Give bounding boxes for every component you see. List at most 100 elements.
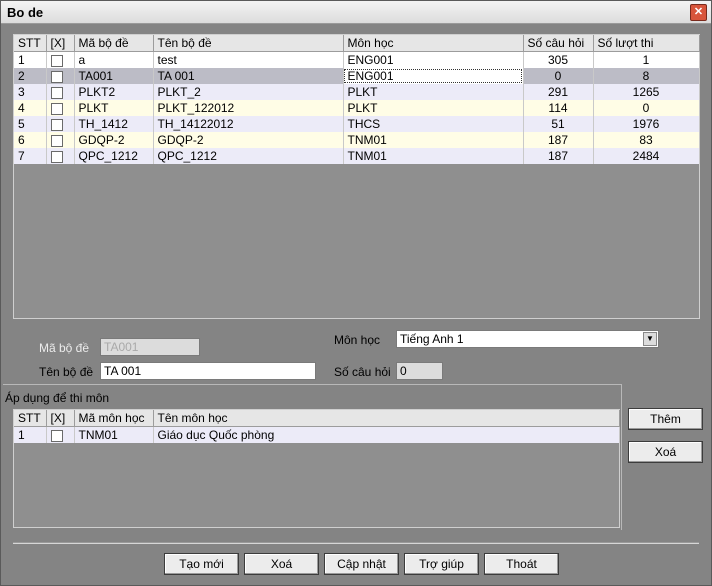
- checkbox-icon[interactable]: [50, 70, 63, 83]
- chevron-down-icon[interactable]: ▼: [643, 332, 657, 346]
- checkbox-icon[interactable]: [50, 118, 63, 131]
- cell-questions[interactable]: 305: [523, 51, 594, 68]
- cell-subject[interactable]: TNM01: [343, 132, 524, 148]
- remove-subject-button[interactable]: Xoá: [628, 441, 703, 463]
- cell-name[interactable]: QPC_1212: [153, 148, 344, 164]
- cell-stt[interactable]: 3: [14, 84, 47, 100]
- add-subject-button[interactable]: Thêm: [628, 408, 703, 430]
- cell-name[interactable]: TA 001: [153, 68, 344, 84]
- count-input[interactable]: 0: [396, 362, 443, 380]
- sub-col-header-select[interactable]: [X]: [46, 410, 75, 427]
- cell-attempts[interactable]: 0: [593, 100, 700, 116]
- cell-questions[interactable]: 0: [523, 68, 594, 84]
- subject-grid[interactable]: STT [X] Mã môn học Tên môn học 1 TNM01 Giá…: [13, 409, 620, 528]
- cell-name[interactable]: GDQP-2: [153, 132, 344, 148]
- cell-attempts[interactable]: 2484: [593, 148, 700, 164]
- cell-name[interactable]: TH_14122012: [153, 116, 344, 132]
- cell-name[interactable]: PLKT_122012: [153, 100, 344, 116]
- cell-subject[interactable]: ENG001: [343, 51, 524, 68]
- delete-button[interactable]: Xoá: [244, 553, 319, 575]
- checkbox-icon[interactable]: [50, 150, 63, 163]
- sub-cell-chk[interactable]: [46, 426, 75, 443]
- cell-stt[interactable]: 2: [14, 68, 47, 84]
- sub-cell-code[interactable]: TNM01: [74, 426, 154, 443]
- window-title: Bo de: [7, 5, 44, 20]
- col-header-stt[interactable]: STT: [14, 35, 47, 52]
- cell-subject[interactable]: ENG001: [343, 68, 524, 84]
- cell-code[interactable]: QPC_1212: [74, 148, 154, 164]
- exam-set-row[interactable]: 6 GDQP-2 GDQP-2 TNM01 187 83: [14, 132, 700, 148]
- subject-label: Môn học: [334, 333, 381, 347]
- exam-set-row[interactable]: 4 PLKT PLKT_122012 PLKT 114 0: [14, 100, 700, 116]
- col-header-select[interactable]: [X]: [46, 35, 75, 52]
- cell-chk[interactable]: [46, 132, 75, 148]
- sub-col-header-stt[interactable]: STT: [14, 410, 47, 427]
- new-button[interactable]: Tạo mới: [164, 553, 239, 575]
- cell-stt[interactable]: 7: [14, 148, 47, 164]
- cell-chk[interactable]: [46, 51, 75, 68]
- cell-chk[interactable]: [46, 148, 75, 164]
- cell-code[interactable]: a: [74, 51, 154, 68]
- exam-set-row[interactable]: 7 QPC_1212 QPC_1212 TNM01 187 2484: [14, 148, 700, 164]
- code-input[interactable]: TA001: [100, 338, 200, 356]
- checkbox-icon[interactable]: [50, 54, 63, 67]
- help-button[interactable]: Trợ giúp: [404, 553, 479, 575]
- cell-questions[interactable]: 51: [523, 116, 594, 132]
- cell-code[interactable]: TA001: [74, 68, 154, 84]
- exam-set-row[interactable]: 2 TA001 TA 001 ENG001 0 8: [14, 68, 700, 84]
- exam-set-grid[interactable]: STT [X] Mã bộ đề Tên bộ đề Môn học Số câ…: [13, 34, 700, 319]
- col-header-subject[interactable]: Môn học: [343, 35, 524, 52]
- subject-row[interactable]: 1 TNM01 Giáo dục Quốc phòng: [14, 426, 620, 443]
- cell-code[interactable]: PLKT: [74, 100, 154, 116]
- cell-attempts[interactable]: 8: [593, 68, 700, 84]
- cell-stt[interactable]: 6: [14, 132, 47, 148]
- checkbox-icon[interactable]: [50, 134, 63, 147]
- cell-subject[interactable]: PLKT: [343, 84, 524, 100]
- exam-set-row[interactable]: 3 PLKT2 PLKT_2 PLKT 291 1265: [14, 84, 700, 100]
- cell-chk[interactable]: [46, 68, 75, 84]
- close-icon[interactable]: ✕: [690, 4, 707, 21]
- cell-chk[interactable]: [46, 116, 75, 132]
- cell-stt[interactable]: 5: [14, 116, 47, 132]
- cell-stt[interactable]: 4: [14, 100, 47, 116]
- name-input[interactable]: TA 001: [100, 362, 316, 380]
- sub-col-header-code[interactable]: Mã môn học: [74, 410, 154, 427]
- cell-attempts[interactable]: 1: [593, 51, 700, 68]
- exit-button[interactable]: Thoát: [484, 553, 559, 575]
- cell-subject[interactable]: THCS: [343, 116, 524, 132]
- sub-cell-name[interactable]: Giáo dục Quốc phòng: [153, 426, 620, 443]
- exam-set-row[interactable]: 5 TH_1412 TH_14122012 THCS 51 1976: [14, 116, 700, 132]
- sub-col-header-name[interactable]: Tên môn học: [153, 410, 620, 427]
- cell-code[interactable]: TH_1412: [74, 116, 154, 132]
- checkbox-icon[interactable]: [50, 429, 63, 442]
- cell-name[interactable]: test: [153, 51, 344, 68]
- checkbox-icon[interactable]: [50, 86, 63, 99]
- update-button[interactable]: Cập nhật: [324, 553, 399, 575]
- cell-code[interactable]: GDQP-2: [74, 132, 154, 148]
- exam-set-row[interactable]: 1 a test ENG001 305 1: [14, 51, 700, 68]
- cell-questions[interactable]: 291: [523, 84, 594, 100]
- exam-set-table: STT [X] Mã bộ đề Tên bộ đề Môn học Số câ…: [14, 35, 700, 164]
- cell-stt[interactable]: 1: [14, 51, 47, 68]
- cell-subject[interactable]: PLKT: [343, 100, 524, 116]
- cell-questions[interactable]: 187: [523, 132, 594, 148]
- cell-chk[interactable]: [46, 84, 75, 100]
- col-header-name[interactable]: Tên bộ đề: [153, 35, 344, 52]
- cell-questions[interactable]: 187: [523, 148, 594, 164]
- col-header-questions[interactable]: Số câu hỏi: [523, 35, 594, 52]
- col-header-attempts[interactable]: Số lượt thi: [593, 35, 700, 52]
- checkbox-icon[interactable]: [50, 102, 63, 115]
- cell-subject[interactable]: TNM01: [343, 148, 524, 164]
- cell-attempts[interactable]: 1976: [593, 116, 700, 132]
- cell-name[interactable]: PLKT_2: [153, 84, 344, 100]
- col-header-code[interactable]: Mã bộ đề: [74, 35, 154, 52]
- cell-attempts[interactable]: 83: [593, 132, 700, 148]
- exam-set-rows: 1 a test ENG001 305 1 2 TA001 TA 001 ENG001 0 8 3 PLK…: [14, 51, 700, 164]
- subject-combo[interactable]: Tiếng Anh 1 ▼: [396, 330, 659, 348]
- bo-de-window: Bo de ✕ STT [X] Mã bộ đề Tên bộ đề Môn h…: [0, 0, 712, 586]
- cell-questions[interactable]: 114: [523, 100, 594, 116]
- sub-cell-stt[interactable]: 1: [14, 426, 47, 443]
- cell-chk[interactable]: [46, 100, 75, 116]
- cell-code[interactable]: PLKT2: [74, 84, 154, 100]
- cell-attempts[interactable]: 1265: [593, 84, 700, 100]
